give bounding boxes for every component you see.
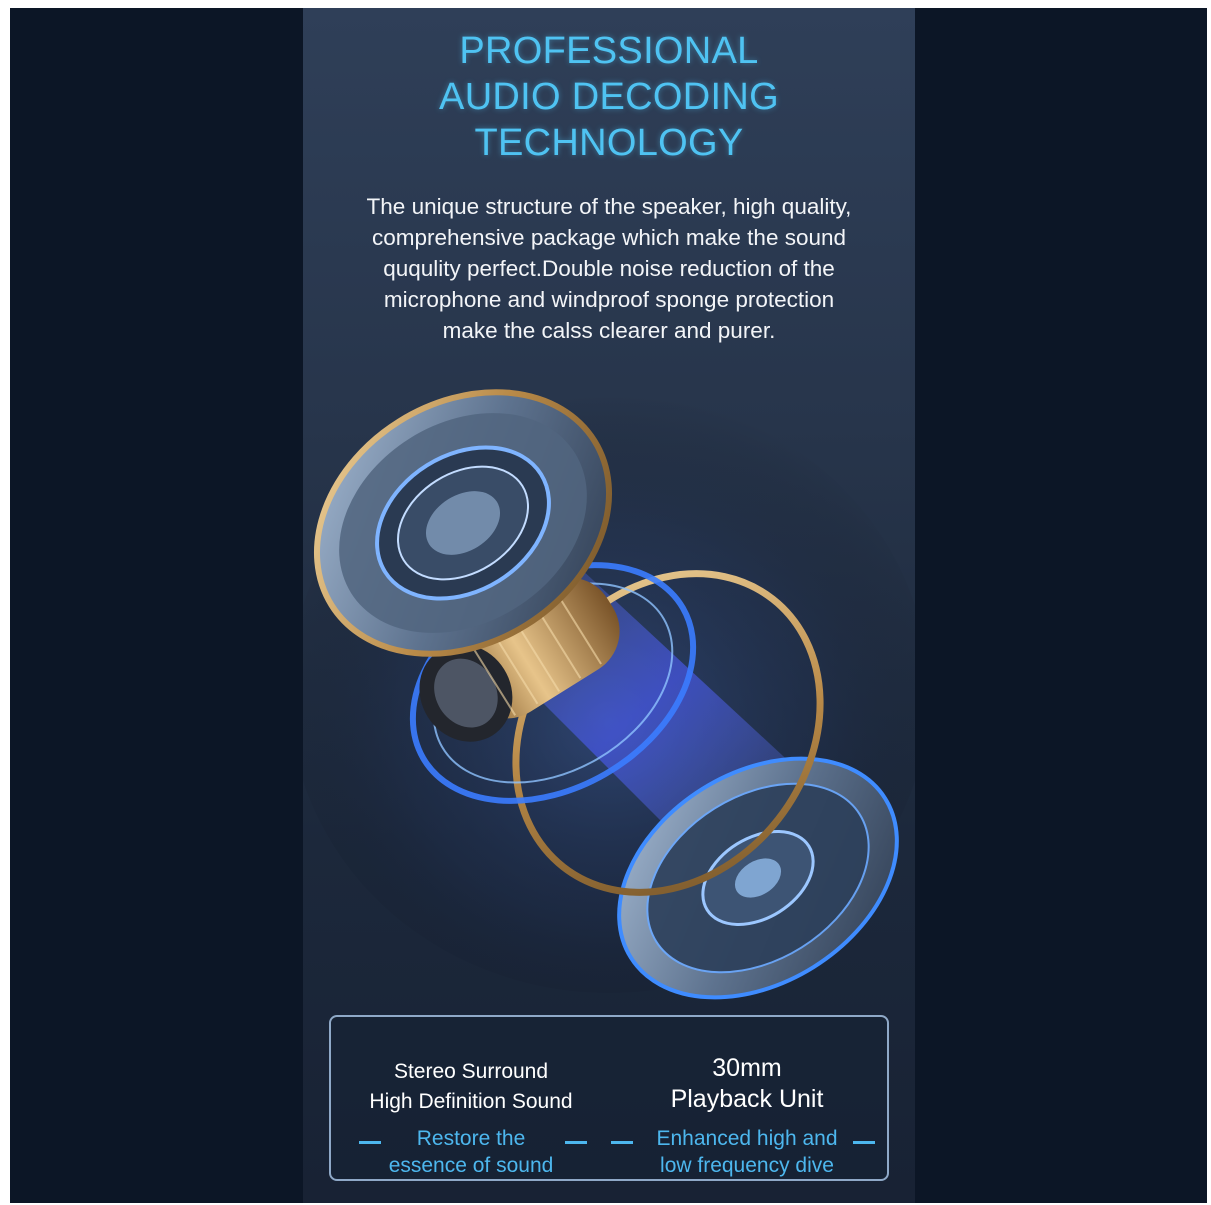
dash-left-1 bbox=[359, 1141, 381, 1144]
description-line-5: make the calss clearer and purer. bbox=[442, 318, 776, 343]
feature-playback-sub-2: low frequency dive bbox=[660, 1154, 834, 1177]
headline-line-1: PROFESSIONAL bbox=[459, 30, 759, 72]
description-line-1: The unique structure of the speaker, hig… bbox=[366, 194, 852, 219]
image-frame: PROFESSIONAL AUDIO DECODING TECHNOLOGY T… bbox=[10, 8, 1207, 1203]
headline-line-2: AUDIO DECODING bbox=[439, 76, 779, 118]
feature-stereo-sub-2: essence of sound bbox=[388, 1154, 554, 1177]
feature-stereo-sub-1: Restore the bbox=[416, 1127, 526, 1150]
feature-playback-subtext: Enhanced high and low frequency dive bbox=[607, 1125, 887, 1179]
description-line-4: microphone and windproof sponge protecti… bbox=[383, 287, 835, 312]
feature-stereo-heading-1: Stereo Surround bbox=[393, 1060, 549, 1083]
product-panel: PROFESSIONAL AUDIO DECODING TECHNOLOGY T… bbox=[303, 8, 915, 1203]
feature-stereo: Stereo Surround High Definition Sound Re… bbox=[331, 1017, 611, 1179]
feature-stereo-subtext: Restore the essence of sound bbox=[331, 1125, 611, 1179]
feature-playback-unit: 30mm Playback Unit Enhanced high and low… bbox=[607, 1017, 887, 1179]
exploded-speaker-driver-icon bbox=[303, 389, 915, 1000]
description-line-2: comprehensive package which make the sou… bbox=[371, 225, 847, 250]
feature-stereo-heading-2: High Definition Sound bbox=[369, 1090, 573, 1113]
feature-stereo-heading: Stereo Surround High Definition Sound bbox=[331, 1057, 611, 1117]
headline: PROFESSIONAL AUDIO DECODING TECHNOLOGY bbox=[303, 28, 915, 166]
dash-left-2 bbox=[565, 1141, 587, 1144]
feature-playback-heading-2: Playback Unit bbox=[670, 1085, 824, 1113]
feature-playback-sub-1: Enhanced high and bbox=[656, 1127, 838, 1150]
dash-right-1 bbox=[611, 1141, 633, 1144]
description: The unique structure of the speaker, hig… bbox=[323, 191, 895, 346]
feature-playback-heading-1: 30mm bbox=[712, 1054, 782, 1082]
feature-playback-heading: 30mm Playback Unit bbox=[607, 1053, 887, 1115]
headline-line-3: TECHNOLOGY bbox=[474, 122, 744, 164]
description-line-3: ququlity perfect.Double noise reduction … bbox=[383, 256, 835, 281]
feature-box: Stereo Surround High Definition Sound Re… bbox=[329, 1015, 889, 1181]
dash-right-2 bbox=[853, 1141, 875, 1144]
